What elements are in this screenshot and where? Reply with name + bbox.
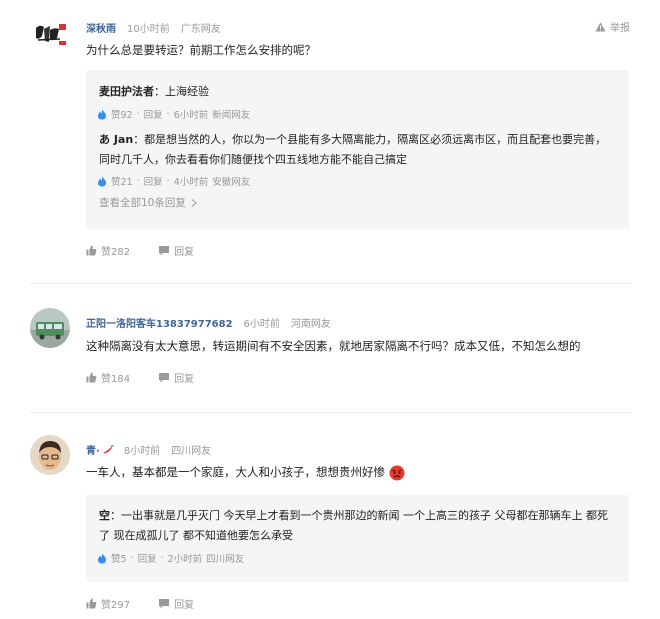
reply-text: 空：一出事就是几乎灭门 今天早上才看到一个贵州那边的新闻 一个上高三的孩子 父母…	[99, 506, 611, 546]
comment-content: 一车人，基本都是一个家庭，大人和小孩子，想想贵州好惨	[86, 465, 385, 479]
warning-icon	[595, 22, 606, 31]
reply-label: 回复	[174, 247, 195, 258]
like-count: 赞282	[101, 247, 131, 258]
view-all-replies-link[interactable]: 查看全部10条回复	[99, 195, 197, 210]
comment-item: 青· 8小时前 四川网友 一车人，基本都是一个家庭，大人和小孩子，想想贵州好惨 …	[0, 413, 660, 619]
reply-reply-button[interactable]: 回复	[138, 551, 157, 565]
angry-face-icon	[389, 465, 405, 480]
thumb-up-icon[interactable]	[97, 109, 107, 120]
reply-time: 2小时前	[167, 554, 203, 565]
reply-meta: 赞92 · 回复 · 6小时前 新闻网友	[97, 107, 250, 121]
reply-content: ：都是想当然的人，你以为一个县能有多大隔离能力，隔离区必须远离市区，而且配套也要…	[99, 133, 607, 166]
reply-location: 安徽网友	[212, 177, 251, 188]
speech-bubble-icon	[159, 599, 170, 609]
reply-button[interactable]: 回复	[158, 243, 194, 258]
comment-actions: 赞297 回复	[86, 596, 222, 611]
speech-bubble-icon	[159, 373, 170, 383]
avatar[interactable]	[30, 14, 70, 54]
reply-content: ：上海经验	[154, 85, 209, 98]
comment-location: 四川网友	[171, 446, 212, 457]
reply-username[interactable]: 空	[99, 509, 110, 522]
like-count: 赞184	[101, 374, 131, 385]
comment-text: 这种隔离没有太大意思，转运期间有不安全因素，就地居家隔离不行吗？成本又低，不知怎…	[86, 339, 581, 353]
reply-username[interactable]: 麦田护法者	[99, 85, 154, 98]
chili-pepper-icon	[102, 444, 114, 453]
reply-time: 4小时前	[173, 177, 209, 188]
comment-actions: 赞282 回复	[86, 243, 222, 258]
like-button[interactable]: 赞282	[86, 243, 130, 258]
reply-likes: 赞92	[111, 110, 133, 121]
reply-button[interactable]: 回复	[158, 370, 194, 385]
reply-button[interactable]: 回复	[158, 596, 194, 611]
reply-content: ：一出事就是几乎灭门 今天早上才看到一个贵州那边的新闻 一个上高三的孩子 父母都…	[99, 509, 608, 542]
username[interactable]: 深秋雨	[86, 20, 116, 35]
report-label: 举报	[610, 23, 630, 34]
reply-label: 回复	[174, 374, 195, 385]
reply-username[interactable]: あ Jan	[99, 133, 133, 146]
reply-likes: 赞5	[111, 554, 127, 565]
thumb-up-icon[interactable]	[97, 176, 107, 187]
like-button[interactable]: 赞297	[86, 596, 130, 611]
reply-time: 6小时前	[173, 110, 209, 121]
thumb-up-icon[interactable]	[97, 553, 107, 564]
reply-box: 麦田护法者：上海经验 赞92 · 回复 · 6小时前 新闻网友 あ Jan：都是…	[86, 70, 629, 229]
reply-label: 回复	[174, 600, 195, 611]
comment-time: 10小时前	[127, 24, 170, 35]
reply-text: あ Jan：都是想当然的人，你以为一个县能有多大隔离能力，隔离区必须远离市区，而…	[99, 130, 611, 170]
avatar[interactable]	[30, 308, 70, 348]
like-count: 赞297	[101, 600, 131, 611]
avatar[interactable]	[30, 435, 70, 475]
comment-time: 8小时前	[123, 446, 161, 457]
report-button[interactable]: 举报	[595, 19, 630, 34]
chevron-right-icon	[191, 199, 197, 207]
comment-item: 正阳一洛阳客车13837977682 6小时前 河南网友 这种隔离没有太大意思，…	[0, 284, 660, 398]
view-all-label: 查看全部10条回复	[99, 197, 186, 209]
thumb-up-icon	[86, 245, 97, 256]
reply-meta: 赞5 · 回复 · 2小时前 四川网友	[97, 551, 244, 565]
reply-likes: 赞21	[111, 177, 133, 188]
comment-item: 深秋雨 10小时前 广东网友 举报 为什么总是要转运？前期工作怎么安排的呢？ 麦…	[0, 0, 660, 280]
reply-text: 麦田护法者：上海经验	[99, 82, 611, 102]
comment-actions: 赞184 回复	[86, 370, 222, 385]
reply-box: 空：一出事就是几乎灭门 今天早上才看到一个贵州那边的新闻 一个上高三的孩子 父母…	[86, 495, 629, 582]
username[interactable]: 正阳一洛阳客车13837977682	[86, 315, 233, 330]
reply-location: 新闻网友	[212, 110, 251, 121]
comment-time: 6小时前	[243, 319, 280, 330]
comment-location: 河南网友	[290, 319, 331, 330]
like-button[interactable]: 赞184	[86, 370, 130, 385]
reply-reply-button[interactable]: 回复	[144, 107, 163, 121]
username[interactable]: 青·	[86, 442, 100, 457]
comment-text: 为什么总是要转运？前期工作怎么安排的呢？	[86, 43, 316, 57]
speech-bubble-icon	[159, 246, 170, 256]
thumb-up-icon	[86, 372, 97, 383]
comment-text: 一车人，基本都是一个家庭，大人和小孩子，想想贵州好惨	[86, 462, 606, 482]
reply-location: 四川网友	[206, 554, 245, 565]
thumb-up-icon	[86, 598, 97, 609]
reply-reply-button[interactable]: 回复	[144, 174, 163, 188]
comment-location: 广东网友	[180, 24, 221, 35]
reply-meta: 赞21 · 回复 · 4小时前 安徽网友	[97, 174, 250, 188]
